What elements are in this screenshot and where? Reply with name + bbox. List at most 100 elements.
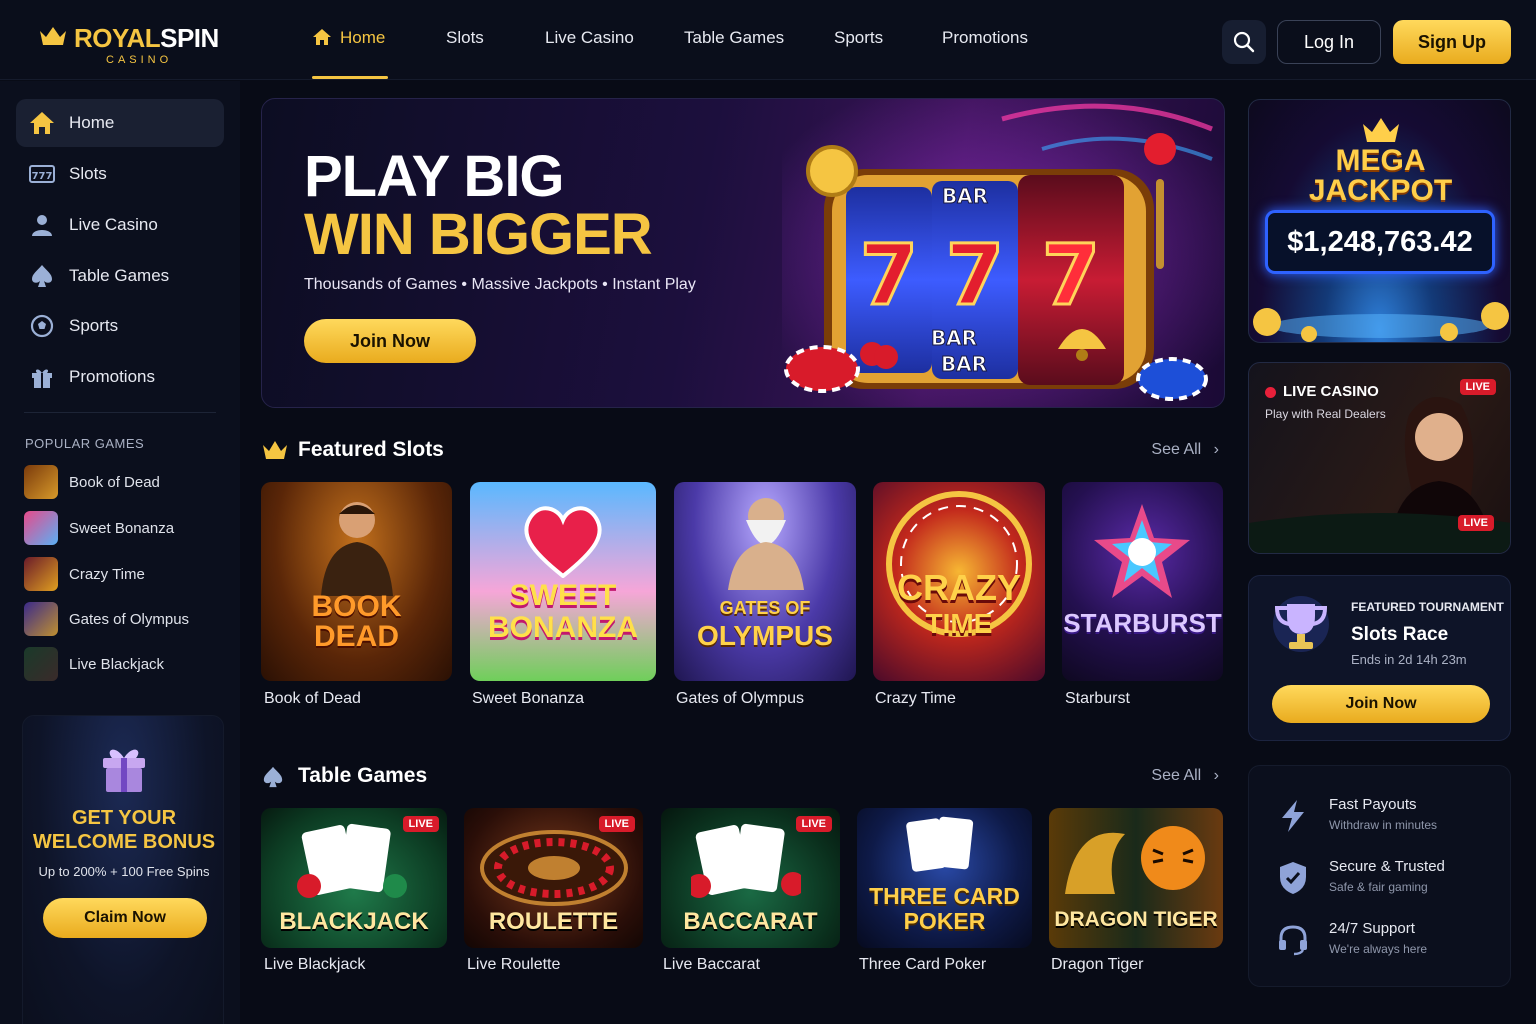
hero-join-now-button[interactable]: Join Now (304, 319, 476, 363)
game-thumbnail (24, 647, 58, 681)
game-thumbnail (24, 557, 58, 591)
reel-bar-label: BAR (941, 352, 987, 376)
nav-promotions[interactable]: Promotions (942, 28, 1028, 48)
game-tile-live-roulette[interactable]: LIVE ROULETTE (464, 808, 643, 948)
live-badge: LIVE (795, 816, 832, 832)
spade-icon (263, 766, 283, 788)
game-name: Three Card Poker (859, 956, 987, 973)
tile-logo-line: POKER (903, 908, 986, 934)
see-all-link[interactable]: See All › (1151, 441, 1219, 459)
jackpot-title: MEGA JACKPOT (1249, 144, 1510, 207)
nav-sports[interactable]: Sports (834, 28, 883, 48)
slot-machine-illustration: 7 7 7 BAR BAR BAR (782, 99, 1224, 407)
tournament-countdown: Ends in 2d 14h 23m (1351, 652, 1467, 667)
signup-button[interactable]: Sign Up (1393, 20, 1511, 64)
live-casino-card[interactable]: LIVE CASINO Play with Real Dealers LIVE … (1248, 362, 1511, 554)
hero-tagline: Thousands of Games • Massive Jackpots • … (304, 276, 696, 293)
game-name: Live Blackjack (264, 956, 366, 973)
see-all-label: See All (1151, 767, 1202, 784)
sidebar-item-slots[interactable]: 777 Slots (16, 150, 224, 198)
search-button[interactable] (1222, 20, 1266, 64)
game-tile-starburst[interactable]: STARBURST (1062, 482, 1223, 681)
mega-jackpot-card[interactable]: MEGA JACKPOT $1,248,763.42 (1248, 99, 1511, 343)
game-tile-sweet-bonanza[interactable]: SWEET BONANZA (470, 482, 656, 681)
tournament-join-now-button[interactable]: Join Now (1272, 685, 1490, 723)
game-name: Gates of Olympus (676, 690, 805, 707)
feature-support: 24/7 Support We're always here (1275, 918, 1505, 966)
popular-game-item[interactable]: Gates of Olympus (24, 602, 224, 636)
playing-cards-icon (297, 823, 407, 898)
feature-title: 24/7 Support (1329, 920, 1415, 937)
crown-icon (1363, 118, 1399, 142)
sidebar-item-sports[interactable]: Sports (16, 302, 224, 350)
see-all-label: See All (1151, 441, 1202, 458)
popular-game-item[interactable]: Book of Dead (24, 465, 224, 499)
game-tile-crazy-time[interactable]: CRAZY TIME (873, 482, 1045, 681)
top-bar: ROYALSPIN CASINO Home Slots Live Casino … (0, 0, 1536, 80)
tournament-card: FEATURED TOURNAMENT Slots Race Ends in 2… (1248, 575, 1511, 741)
tile-logo-text: STARBURST (1063, 608, 1222, 638)
popular-game-item[interactable]: Crazy Time (24, 557, 224, 591)
tile-logo-line: SWEET (509, 579, 617, 612)
jackpot-title-line1: MEGA (1335, 144, 1426, 177)
popular-game-label: Book of Dead (69, 474, 160, 491)
svg-text:777: 777 (32, 171, 53, 182)
logo[interactable]: ROYALSPIN CASINO (38, 22, 228, 66)
sidebar-item-label: Sports (69, 316, 119, 335)
popular-game-item[interactable]: Sweet Bonanza (24, 511, 224, 545)
game-name: Crazy Time (875, 690, 956, 707)
see-all-link[interactable]: See All › (1151, 767, 1219, 785)
crown-icon (263, 441, 287, 459)
game-tile-dragon-tiger[interactable]: DRAGON TIGER (1049, 808, 1223, 948)
nav-table-games[interactable]: Table Games (684, 28, 784, 48)
game-tile-gates-of-olympus[interactable]: GATES OF OLYMPUS (674, 482, 856, 681)
sidebar-item-table-games[interactable]: Table Games (16, 252, 224, 300)
spade-icon (28, 262, 56, 290)
tile-logo-text: GATES OF OLYMPUS (674, 594, 856, 650)
gift-icon (103, 749, 145, 792)
chevron-right-icon: › (1213, 767, 1219, 784)
tile-logo-text: ROULETTE (488, 908, 619, 935)
welcome-bonus-card: GET YOUR WELCOME BONUS Up to 200% + 100 … (22, 715, 224, 1024)
hero-banner: 7 7 7 BAR BAR BAR PLAY BIG WIN BIGGER Th… (261, 98, 1225, 408)
feature-fast-payouts: Fast Payouts Withdraw in minutes (1275, 794, 1505, 842)
game-tile-book-of-dead[interactable]: BOOK DEAD (261, 482, 452, 681)
nav-live-casino[interactable]: Live Casino (545, 28, 634, 48)
game-tile-live-baccarat[interactable]: LIVE BACCARAT (661, 808, 840, 948)
explorer-figure-icon (321, 502, 393, 596)
bonus-title: GET YOUR WELCOME BONUS (23, 806, 225, 854)
tile-logo-text: BACCARAT (683, 908, 818, 935)
game-thumbnail (24, 465, 58, 499)
login-button[interactable]: Log In (1277, 20, 1381, 64)
nav-active-indicator (312, 76, 388, 79)
live-badge: LIVE (1459, 379, 1496, 395)
claim-now-button[interactable]: Claim Now (43, 898, 207, 938)
reel-seven: 7 (946, 226, 1004, 324)
game-thumbnail (24, 602, 58, 636)
sidebar-item-live-casino[interactable]: Live Casino (16, 201, 224, 249)
game-name: Sweet Bonanza (472, 690, 585, 707)
nav-home[interactable]: Home (312, 28, 388, 79)
gold-coins-icon (1253, 302, 1509, 342)
game-name: Starburst (1065, 690, 1130, 707)
game-tile-live-blackjack[interactable]: LIVE BLACKJACK (261, 808, 447, 948)
jackpot-title-line2: JACKPOT (1308, 174, 1453, 207)
sidebar-item-home[interactable]: Home (16, 99, 224, 147)
hero-title-line1: PLAY BIG (304, 144, 565, 209)
sidebar-item-label: Table Games (69, 266, 170, 285)
reel-bar-label: BAR (942, 184, 988, 208)
headset-icon (1275, 922, 1311, 958)
feature-title: Secure & Trusted (1329, 858, 1445, 875)
sidebar-item-promotions[interactable]: Promotions (16, 353, 224, 401)
feature-subtitle: We're always here (1329, 942, 1428, 956)
tile-logo-line: OLYMPUS (697, 620, 833, 651)
nav-slots[interactable]: Slots (446, 28, 484, 48)
featured-slots-header: Featured Slots See All › (261, 436, 1225, 466)
search-icon (1233, 31, 1255, 53)
playing-cards-icon (906, 816, 974, 872)
candy-heart-icon (524, 506, 602, 578)
sidebar-item-label: Promotions (69, 367, 155, 386)
popular-game-item[interactable]: Live Blackjack (24, 647, 224, 681)
gift-icon (28, 363, 56, 391)
game-tile-three-card-poker[interactable]: THREE CARD POKER (857, 808, 1032, 948)
